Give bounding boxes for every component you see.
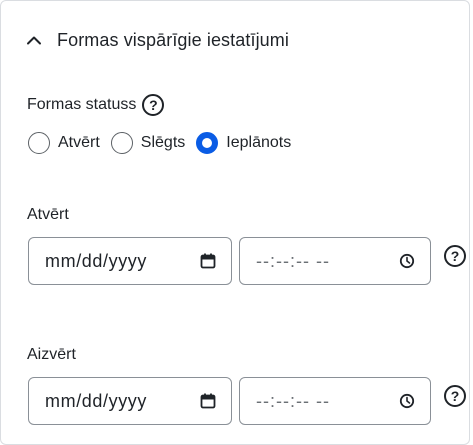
close-time-input[interactable]: --:--:-- -- [239,377,431,425]
open-label: Atvērt [27,206,69,223]
radio-button[interactable] [28,132,50,154]
close-label: Aizvērt [27,346,76,363]
date-placeholder: mm/dd/yyyy [45,390,148,411]
form-status-radio-group: Atvērt Slēgts Ieplānots [28,132,302,154]
radio-button-checked[interactable] [196,132,219,154]
radio-label: Atvērt [58,134,100,151]
section-toggle[interactable]: Formas vispārīgie iestatījumi [25,23,289,57]
radio-button[interactable] [110,132,133,154]
time-placeholder: --:--:-- -- [256,250,330,271]
form-status-label-row: Formas statuss ? [27,94,165,116]
chevron-up-icon [25,31,43,49]
section-title: Formas vispārīgie iestatījumi [57,29,289,50]
clock-icon[interactable] [398,392,416,410]
form-status-label: Formas statuss [27,96,137,113]
form-settings-panel: Formas vispārīgie iestatījumi Formas sta… [0,0,470,445]
date-placeholder: mm/dd/yyyy [45,250,148,271]
open-time-input[interactable]: --:--:-- -- [239,237,431,285]
help-icon[interactable]: ? [444,245,466,267]
close-date-input[interactable]: mm/dd/yyyy [28,377,232,425]
time-placeholder: --:--:-- -- [256,390,330,411]
radio-label: Ieplānots [226,134,292,151]
radio-option-closed[interactable]: Slēgts [110,132,186,154]
clock-icon[interactable] [398,252,416,270]
radio-label: Slēgts [140,134,186,151]
calendar-icon[interactable] [199,252,217,270]
radio-option-scheduled[interactable]: Ieplānots [196,132,291,154]
help-icon[interactable]: ? [142,94,165,116]
help-icon[interactable]: ? [444,385,466,407]
open-date-input[interactable]: mm/dd/yyyy [28,237,232,285]
calendar-icon[interactable] [199,392,217,410]
radio-option-open[interactable]: Atvērt [28,132,100,154]
